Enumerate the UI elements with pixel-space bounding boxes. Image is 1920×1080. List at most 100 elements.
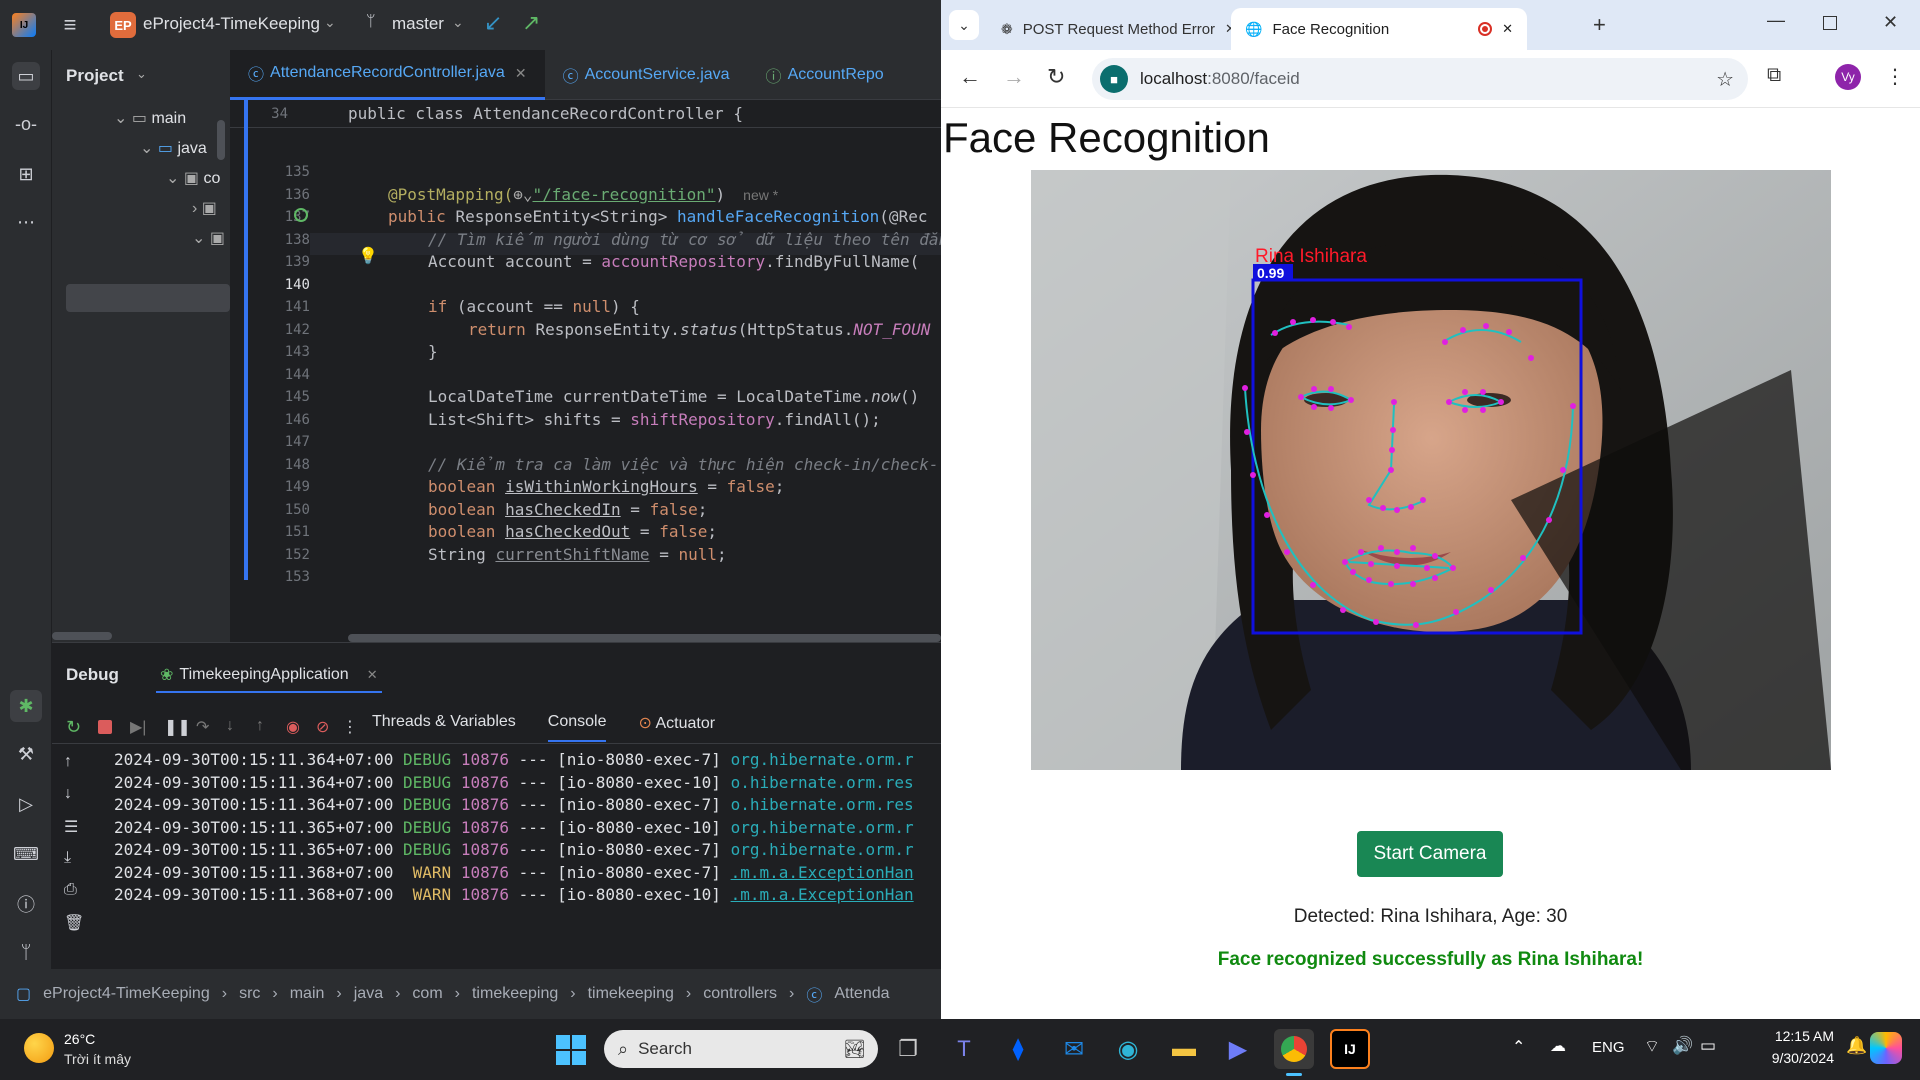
tab-console[interactable]: Console xyxy=(547,713,607,742)
terminal-icon[interactable]: ⌨ xyxy=(12,840,40,868)
clock-time[interactable]: 12:15 AM xyxy=(1748,1028,1834,1044)
copilot-icon[interactable] xyxy=(1870,1032,1902,1064)
scrollbar[interactable] xyxy=(217,120,225,160)
step-out-icon[interactable]: ↑ xyxy=(256,717,264,735)
chevron-down-icon[interactable]: ⌄ xyxy=(136,66,147,82)
tab-attendance-controller[interactable]: ⓒ AttendanceRecordController.java ✕ xyxy=(230,49,545,100)
tab-account-service[interactable]: ⓒ AccountService.java xyxy=(545,50,748,100)
problems-icon[interactable]: ⓘ xyxy=(12,890,40,918)
start-camera-button[interactable]: Start Camera xyxy=(1357,831,1503,877)
services-icon[interactable]: ▷ xyxy=(12,790,40,818)
editor-h-scrollbar[interactable] xyxy=(348,634,941,642)
avatar[interactable]: Vy xyxy=(1835,64,1861,90)
intellij-icon[interactable]: IJ xyxy=(1330,1029,1370,1069)
tab-actuator[interactable]: ⊙ Actuator xyxy=(638,713,715,742)
forward-icon[interactable]: → xyxy=(1003,64,1025,90)
scrollbar[interactable] xyxy=(52,632,112,640)
tree-node-main[interactable]: ⌄ ▭ main xyxy=(114,108,186,128)
chevron-up-icon[interactable]: ⌃ xyxy=(1512,1037,1525,1057)
lightbulb-icon[interactable]: 💡 xyxy=(358,246,378,266)
file-explorer-icon[interactable]: ▬ xyxy=(1164,1029,1204,1069)
bookmark-star-icon[interactable]: ☆ xyxy=(1716,67,1734,92)
breadcrumb-item[interactable]: java xyxy=(354,985,383,1003)
tree-node-com[interactable]: ⌄ ▣ co xyxy=(166,168,220,188)
print-icon[interactable]: ⎙ xyxy=(64,881,77,899)
project-selector[interactable]: eProject4-TimeKeeping xyxy=(143,14,320,34)
tab-threads-variables[interactable]: Threads & Variables xyxy=(372,713,516,742)
breadcrumb-item[interactable]: com xyxy=(412,985,442,1003)
breadcrumb-item[interactable]: Attenda xyxy=(834,985,889,1003)
step-over-icon[interactable]: ↷ xyxy=(196,717,209,737)
task-view-icon[interactable]: ❐ xyxy=(888,1029,928,1069)
breadcrumb-item[interactable]: controllers xyxy=(703,985,777,1003)
breadcrumb-item[interactable]: src xyxy=(239,985,260,1003)
endpoint-icon[interactable] xyxy=(294,208,308,222)
copilot-app-icon[interactable]: ▶ xyxy=(1218,1029,1258,1069)
breadcrumb-item[interactable]: eProject4-TimeKeeping xyxy=(43,985,210,1003)
breadcrumb-item[interactable]: main xyxy=(290,985,325,1003)
volume-icon[interactable]: 🔊 xyxy=(1672,1036,1693,1056)
mute-breakpoints-icon[interactable]: ⊘ xyxy=(316,717,329,737)
tree-node-collapsed[interactable]: › ▣ xyxy=(192,198,217,218)
stop-icon[interactable] xyxy=(98,720,112,734)
trash-icon[interactable]: 🗑 xyxy=(64,913,84,933)
browser-tab-face-recognition[interactable]: 🌐 Face Recognition ✕ xyxy=(1231,8,1527,50)
arrow-up-icon[interactable]: ↑ xyxy=(64,753,72,771)
structure-icon[interactable]: ⊞ xyxy=(12,160,40,188)
hamburger-menu-icon[interactable]: ≡ xyxy=(58,12,82,37)
language-indicator[interactable]: ENG xyxy=(1592,1039,1625,1056)
branch-selector[interactable]: master xyxy=(392,14,444,34)
tree-node-java[interactable]: ⌄ ▭ java xyxy=(140,138,207,158)
code-editor[interactable]: ⓒ AttendanceRecordController.java ✕ ⓒ Accou… xyxy=(230,49,941,642)
tree-selection[interactable] xyxy=(66,284,230,312)
resume-icon[interactable]: ▶| xyxy=(130,717,146,737)
tab-account-repo[interactable]: ⓘ AccountRepo xyxy=(748,50,902,100)
chevron-down-icon[interactable]: ⌄ xyxy=(324,14,336,31)
close-icon[interactable]: ✕ xyxy=(1502,21,1513,37)
arrow-down-icon[interactable]: ↓ xyxy=(64,785,72,803)
soft-wrap-icon[interactable]: ☰ xyxy=(64,817,78,837)
more-tools-icon[interactable]: ⋯ xyxy=(12,208,40,236)
windows-start-icon[interactable] xyxy=(556,1035,586,1065)
close-window-icon[interactable]: ✕ xyxy=(1883,12,1898,33)
weather-temp[interactable]: 26°C xyxy=(64,1031,95,1047)
close-icon[interactable]: ✕ xyxy=(367,667,378,683)
mail-icon[interactable]: ✉ xyxy=(1054,1029,1094,1069)
rerun-icon[interactable]: ↻ xyxy=(66,717,81,738)
step-into-icon[interactable]: ↓ xyxy=(226,717,234,735)
folder-icon[interactable]: ▭ xyxy=(12,62,40,90)
scroll-to-end-icon[interactable]: ⤓ xyxy=(64,849,71,867)
breadcrumb-item[interactable]: timekeeping xyxy=(588,985,674,1003)
edge-icon[interactable]: ◉ xyxy=(1108,1029,1148,1069)
build-hammer-icon[interactable]: ⚒ xyxy=(12,740,40,768)
camera-in-use-icon[interactable]: ■ xyxy=(1100,65,1128,93)
maximize-icon[interactable] xyxy=(1823,16,1837,30)
minimize-icon[interactable]: — xyxy=(1767,10,1785,31)
browser-tab-post-error[interactable]: ❁POST Request Method Error✕ xyxy=(987,8,1236,50)
commit-icon[interactable]: -o- xyxy=(12,110,40,138)
reload-icon[interactable]: ↻ xyxy=(1047,64,1065,90)
tab-search-icon[interactable]: ⌄ xyxy=(949,10,979,40)
notification-bell-icon[interactable]: 🔔 xyxy=(1846,1036,1867,1056)
debug-session-tab[interactable]: ❀ TimekeepingApplication ✕ xyxy=(156,659,382,693)
back-icon[interactable]: ← xyxy=(959,64,981,90)
chrome-icon[interactable] xyxy=(1274,1029,1314,1069)
breadcrumb-item[interactable]: timekeeping xyxy=(472,985,558,1003)
pause-icon[interactable]: ❚❚ xyxy=(164,717,191,737)
debug-bug-icon[interactable]: ✱ xyxy=(10,690,42,722)
clock-date[interactable]: 9/30/2024 xyxy=(1748,1050,1834,1066)
project-panel-title[interactable]: Project xyxy=(66,66,124,86)
dropbox-icon[interactable]: ⧫ xyxy=(998,1029,1038,1069)
search-input[interactable]: ⌕ Search 🏞 xyxy=(604,1030,878,1068)
chevron-down-icon[interactable]: ⌄ xyxy=(452,14,464,31)
weather-icon[interactable] xyxy=(24,1033,54,1063)
more-icon[interactable]: ⋮ xyxy=(342,717,358,737)
network-off-icon[interactable]: ☁ xyxy=(1550,1036,1566,1056)
chrome-menu-icon[interactable]: ⋮ xyxy=(1885,64,1905,89)
close-icon[interactable]: ✕ xyxy=(515,65,527,82)
extensions-icon[interactable]: ⧉ xyxy=(1767,64,1781,87)
push-icon[interactable]: ↗ xyxy=(522,10,540,36)
tree-node-expanded[interactable]: ⌄ ▣ xyxy=(192,228,225,248)
git-icon[interactable]: ᛘ xyxy=(12,938,40,966)
teams-icon[interactable]: T xyxy=(944,1029,984,1069)
